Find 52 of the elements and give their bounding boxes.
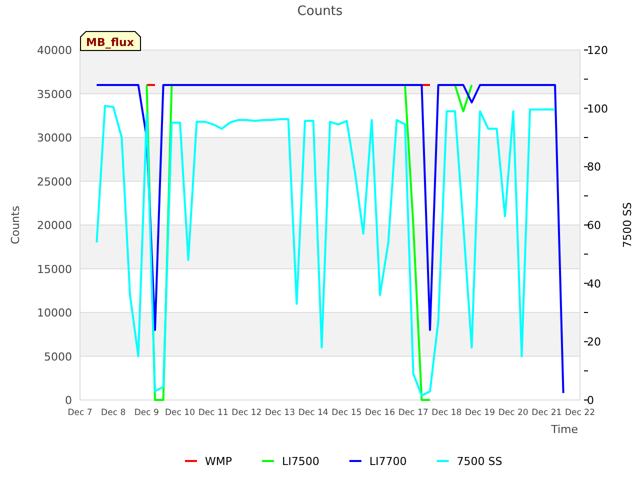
x-tick-label: Dec 14 xyxy=(298,408,328,418)
x-tick-label: Dec 16 xyxy=(365,408,395,418)
axis-tick xyxy=(584,166,588,168)
x-tick-label: Dec 10 xyxy=(165,408,195,418)
axis-tick xyxy=(584,282,588,284)
legend-label: WMP xyxy=(205,455,232,468)
y-tick-label: 15000 xyxy=(37,262,72,276)
y-tick-label: 20 xyxy=(587,336,601,349)
x-tick-label: Dec 22 xyxy=(565,408,595,418)
axis-tick xyxy=(584,137,588,138)
x-tick-label: Dec 7 xyxy=(68,408,92,418)
y-tick-label: 60 xyxy=(587,219,601,232)
y-tick-label: 0 xyxy=(65,394,72,407)
x-tick-label: Dec 9 xyxy=(134,408,159,418)
badge: MB_flux xyxy=(80,31,141,51)
axis-label: 7500 SS xyxy=(621,202,634,248)
axis-tick xyxy=(584,195,588,196)
y-tick-label: 40 xyxy=(587,277,601,290)
axis-label: Time xyxy=(551,423,578,436)
x-tick-label: Dec 17 xyxy=(398,408,428,418)
axis-tick xyxy=(584,108,588,109)
axis-tick xyxy=(584,312,588,313)
x-tick-label: Dec 12 xyxy=(232,408,262,418)
y-tick-label: 120 xyxy=(587,44,608,57)
y-tick-label: 25000 xyxy=(37,175,72,188)
axis-tick xyxy=(584,254,588,255)
x-tick-label: Dec 11 xyxy=(198,408,228,418)
y-tick-label: 100 xyxy=(587,102,608,116)
x-tick-label: Dec 19 xyxy=(465,408,495,418)
axis-tick xyxy=(584,370,588,372)
y-tick-label: 5000 xyxy=(44,350,72,364)
legend-label: LI7500 xyxy=(282,455,320,468)
axis-tick xyxy=(584,78,588,80)
x-tick-label: Dec 20 xyxy=(498,408,528,418)
x-tick-label: Dec 21 xyxy=(532,408,562,418)
legend-label: LI7700 xyxy=(369,455,407,468)
axis-tick xyxy=(584,341,588,342)
x-tick-label: Dec 18 xyxy=(432,408,462,418)
legend-label: 7500 SS xyxy=(456,455,502,468)
x-tick-label: Dec 8 xyxy=(101,408,126,418)
y-tick-label: 0 xyxy=(587,394,594,407)
y-tick-label: 35000 xyxy=(37,88,72,101)
y-tick-label: 30000 xyxy=(37,132,72,144)
axis-label: Counts xyxy=(9,206,22,244)
y-tick-label: 10000 xyxy=(37,306,72,320)
x-tick-label: Dec 13 xyxy=(265,408,295,418)
y-tick-label: 80 xyxy=(587,160,601,174)
axis-tick xyxy=(584,224,588,226)
y-tick-label: 40000 xyxy=(37,44,72,57)
y-tick-label: 20000 xyxy=(37,219,72,232)
x-tick-label: Dec 15 xyxy=(332,408,362,418)
chart-title: Counts xyxy=(297,4,343,19)
